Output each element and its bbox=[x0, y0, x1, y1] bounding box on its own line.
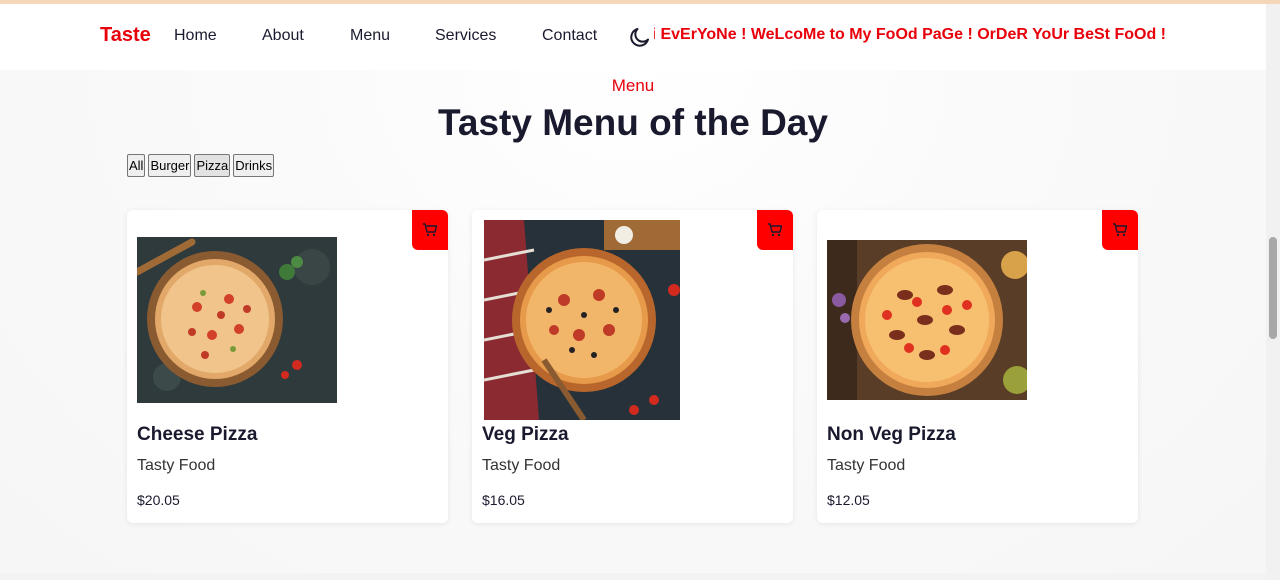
add-to-cart-button[interactable] bbox=[757, 210, 793, 250]
navbar: Taste Home About Menu Services Contact H… bbox=[0, 4, 1266, 70]
menu-section: Menu Tasty Menu of the Day All Burger Pi… bbox=[0, 70, 1266, 573]
item-description: Tasty Food bbox=[482, 457, 561, 474]
nav-home[interactable]: Home bbox=[174, 27, 217, 45]
filter-pizza[interactable]: Pizza bbox=[194, 154, 231, 177]
menu-card: Non Veg Pizza Tasty Food $12.05 bbox=[817, 210, 1138, 523]
nav-about[interactable]: About bbox=[262, 27, 304, 45]
logo[interactable]: Taste bbox=[100, 24, 151, 47]
item-name: Non Veg Pizza bbox=[827, 424, 956, 445]
cart-icon bbox=[423, 223, 438, 237]
menu-card: Cheese Pizza Tasty Food $20.05 bbox=[127, 210, 448, 523]
filter-all[interactable]: All bbox=[127, 154, 146, 177]
cart-icon bbox=[1113, 223, 1128, 237]
marquee-text: Hi EvErYoNe ! WeLcoMe to My FoOd PaGe ! … bbox=[654, 26, 1166, 43]
add-to-cart-button[interactable] bbox=[412, 210, 448, 250]
nav-services[interactable]: Services bbox=[435, 27, 496, 45]
section-subtitle: Menu bbox=[611, 76, 655, 95]
item-price: $20.05 bbox=[137, 492, 180, 508]
cheese-pizza-photo bbox=[137, 237, 337, 403]
item-description: Tasty Food bbox=[137, 457, 216, 474]
moon-icon[interactable] bbox=[628, 25, 652, 49]
scrollbar[interactable] bbox=[1266, 4, 1280, 580]
item-name: Veg Pizza bbox=[482, 424, 569, 445]
next-section-edge bbox=[0, 573, 1266, 580]
nav-contact[interactable]: Contact bbox=[542, 27, 597, 45]
item-price: $12.05 bbox=[827, 492, 870, 508]
add-to-cart-button[interactable] bbox=[1102, 210, 1138, 250]
filter-burger[interactable]: Burger bbox=[148, 154, 192, 177]
cart-icon bbox=[768, 223, 783, 237]
scrollbar-thumb[interactable] bbox=[1269, 237, 1277, 339]
veg-pizza-photo bbox=[484, 220, 680, 420]
item-description: Tasty Food bbox=[827, 457, 906, 474]
welcome-marquee: Hi EvErYoNe ! WeLcoMe to My FoOd PaGe ! … bbox=[654, 26, 1174, 48]
filter-drinks[interactable]: Drinks bbox=[233, 154, 275, 177]
filter-bar: All Burger Pizza Drinks bbox=[127, 154, 275, 177]
non-veg-pizza-photo bbox=[827, 240, 1027, 400]
item-price: $16.05 bbox=[482, 492, 525, 508]
nav-menu[interactable]: Menu bbox=[350, 27, 390, 45]
item-name: Cheese Pizza bbox=[137, 424, 258, 445]
menu-card: Veg Pizza Tasty Food $16.05 bbox=[472, 210, 793, 523]
section-title: Tasty Menu of the Day bbox=[438, 102, 828, 143]
